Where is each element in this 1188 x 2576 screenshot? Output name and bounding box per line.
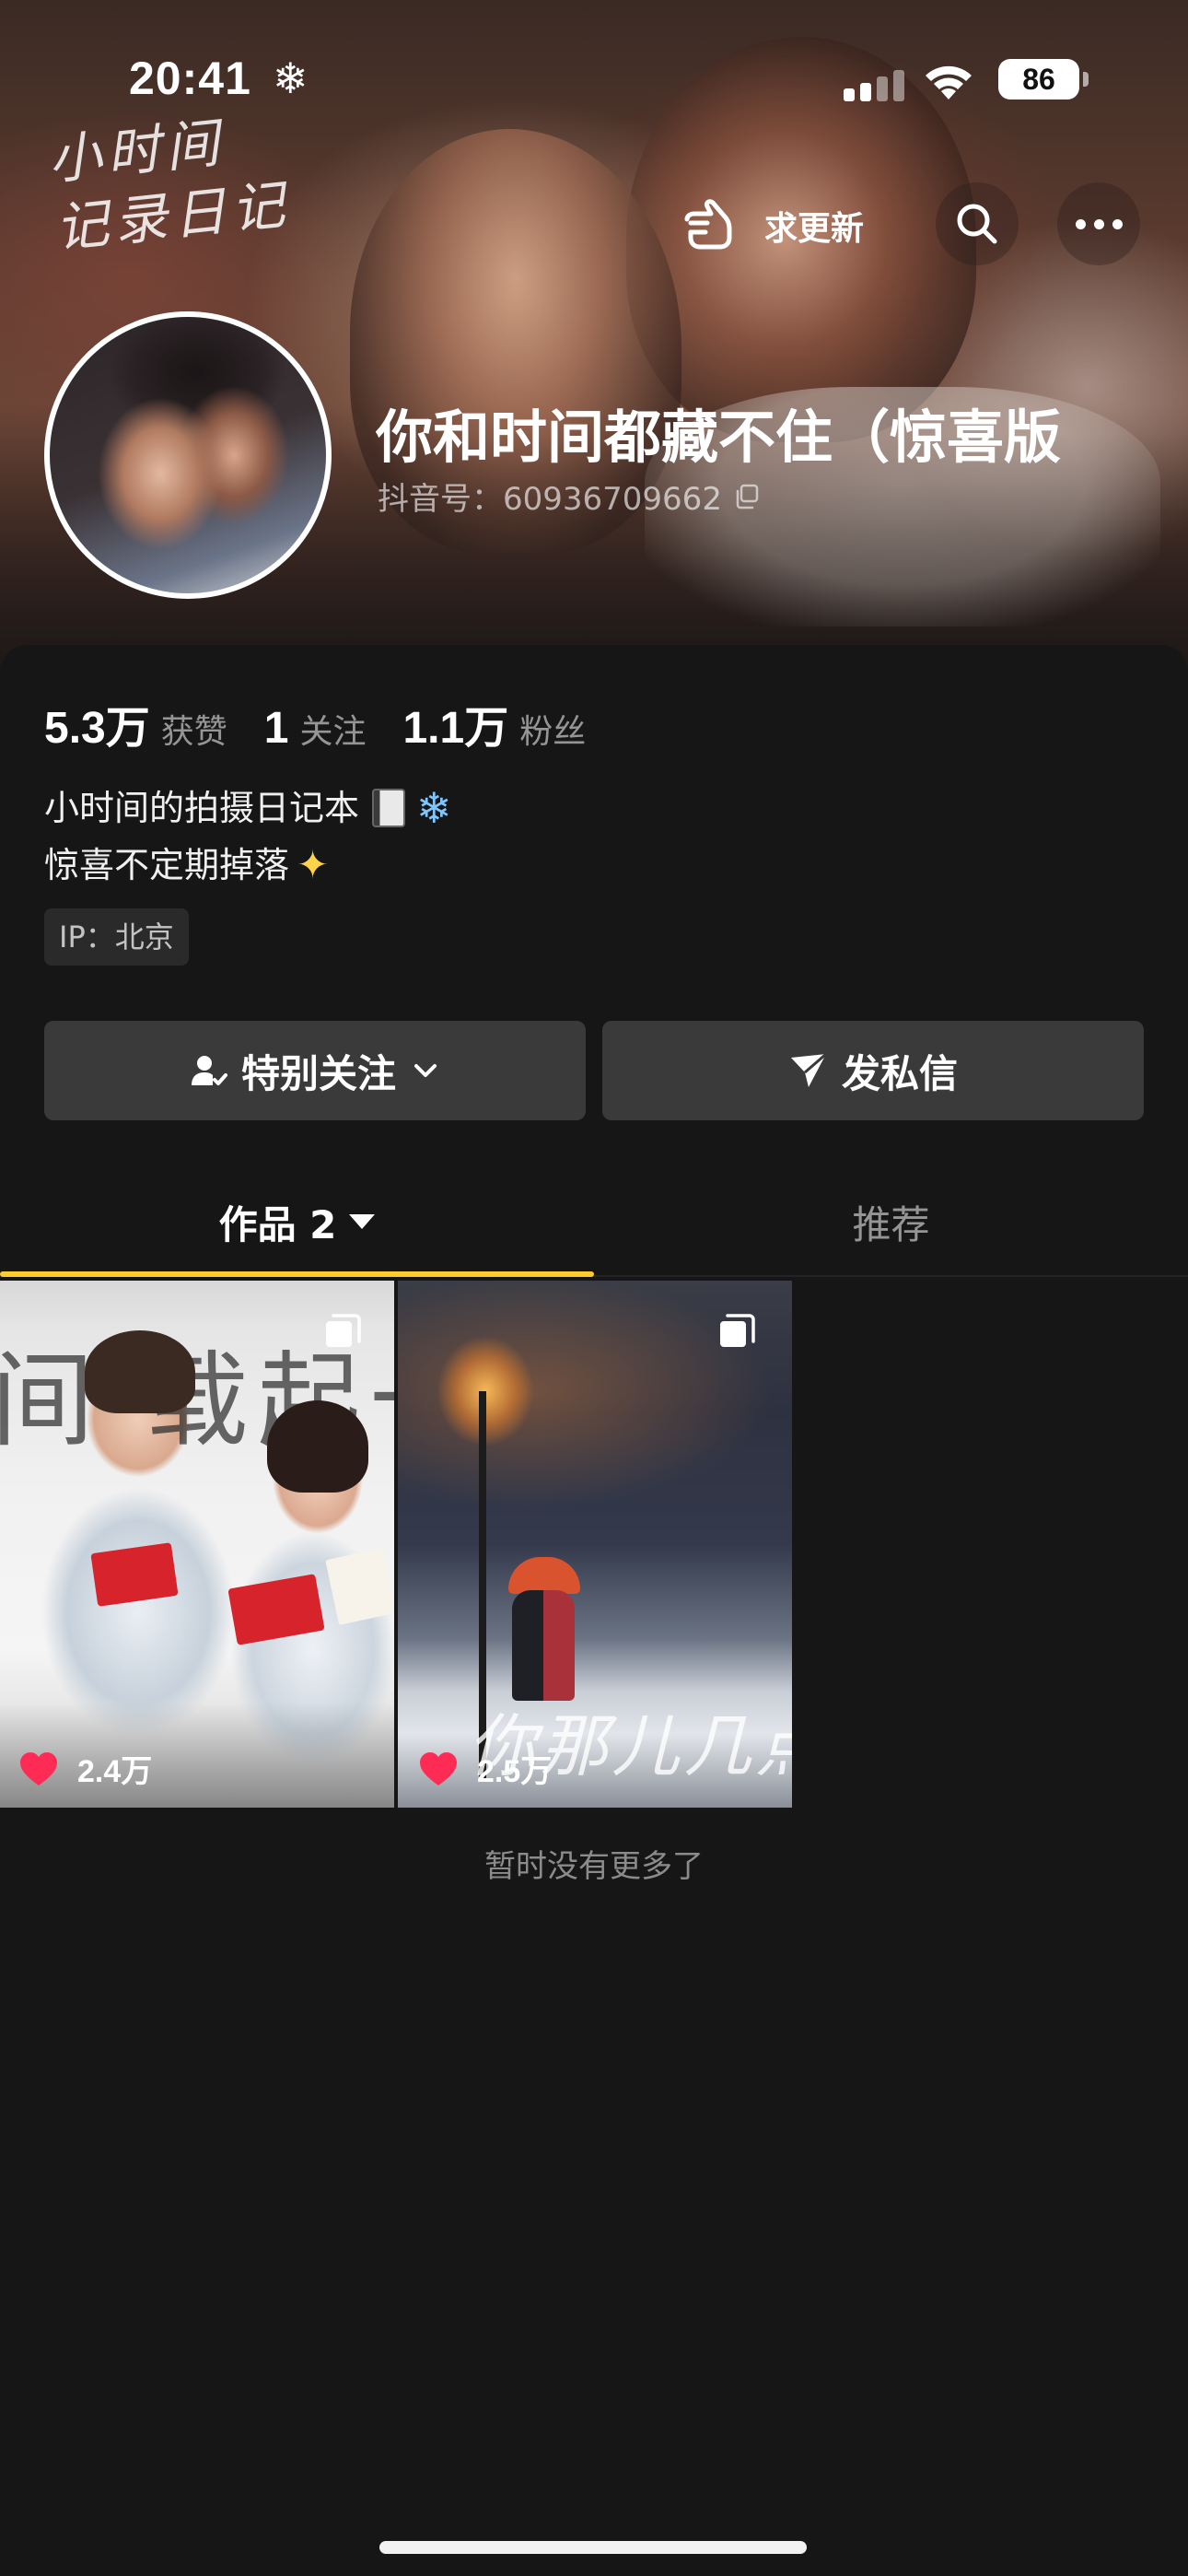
more-options-button[interactable]: [1057, 182, 1140, 265]
stat-following-value: 1: [263, 704, 289, 753]
search-button[interactable]: [936, 182, 1019, 265]
douyin-id[interactable]: 抖音号：60936709662: [378, 474, 761, 519]
chevron-down-icon: [414, 1064, 437, 1077]
tab-works[interactable]: 作品 2: [0, 1166, 594, 1277]
send-message-button[interactable]: 发私信: [602, 1021, 1144, 1120]
profile-name: 你和时间都藏不住（惊喜版: [376, 404, 1062, 471]
douyin-id-text: 抖音号：60936709662: [378, 481, 722, 518]
user-follow-icon: [191, 1056, 227, 1085]
sparkles-emoji: ✦: [297, 842, 330, 887]
bio-line-1: 小时间的拍摄日记本 ❄: [44, 779, 452, 837]
thumbnail-white-card: [325, 1548, 394, 1625]
ip-location-tag: IP：北京: [44, 908, 189, 966]
no-more-content-text: 暂时没有更多了: [484, 1848, 704, 1885]
caret-down-icon: [349, 1214, 376, 1229]
send-message-label: 发私信: [841, 1050, 958, 1096]
content-tabs: 作品 2 推荐: [0, 1166, 1188, 1277]
tab-recommend[interactable]: 推荐: [594, 1166, 1188, 1277]
profile-page: 小时间 记录日记 20:41 ❄ 86 求更新 你和时间都藏不住（惊喜版 抖音号…: [0, 0, 1188, 2576]
video-thumbnail: 你那儿几点: [398, 1281, 792, 1808]
special-follow-label: 特别关注: [240, 1050, 396, 1096]
stat-followers-label: 粉丝: [519, 713, 587, 751]
video-likes: 2.5万: [418, 1746, 552, 1791]
cellular-signal-icon: [844, 70, 904, 101]
tab-works-label: 作品 2: [218, 1201, 337, 1247]
bio-line-2-text: 惊喜不定期掉落: [44, 845, 290, 885]
thumbnail-umbrella: [508, 1557, 580, 1594]
search-icon: [957, 204, 997, 244]
snowflake-emoji: ❄: [416, 783, 452, 833]
copy-icon[interactable]: [733, 483, 761, 510]
tab-active-indicator: [0, 1271, 594, 1277]
thumbnail-couple: [512, 1590, 575, 1701]
stat-following[interactable]: 1 关注: [264, 703, 367, 754]
thumbnail-figure-man: [85, 1330, 195, 1413]
request-update-button[interactable]: 求更新: [667, 190, 897, 262]
snowflake-icon: ❄: [273, 53, 309, 103]
special-follow-button[interactable]: 特别关注: [44, 1021, 586, 1120]
multi-image-icon: [326, 1314, 361, 1347]
heart-icon: [20, 1751, 57, 1786]
battery-icon: 86: [998, 59, 1089, 100]
bio-line-2: 惊喜不定期掉落 ✦: [44, 837, 452, 894]
stat-following-label: 关注: [299, 713, 367, 751]
video-card[interactable]: 你那儿几点 2.5万: [398, 1281, 792, 1808]
video-card[interactable]: 间 载起一 2.4万: [0, 1281, 394, 1808]
pointing-hand-icon: [684, 199, 732, 250]
profile-bio: 小时间的拍摄日记本 ❄ 惊喜不定期掉落 ✦: [44, 779, 452, 894]
stat-followers-value: 1.1万: [402, 704, 509, 753]
video-likes-count: 2.4万: [77, 1754, 153, 1789]
status-time: 20:41: [129, 53, 251, 104]
send-icon: [790, 1052, 827, 1087]
stat-likes[interactable]: 5.3万 获赞: [44, 691, 227, 755]
multi-image-icon: [720, 1314, 755, 1347]
video-likes: 2.4万: [18, 1746, 152, 1791]
tab-recommend-label: 推荐: [852, 1201, 930, 1247]
stat-likes-value: 5.3万: [44, 704, 150, 753]
thumbnail-figure-woman: [267, 1400, 368, 1493]
video-thumbnail: 间 载起一: [0, 1281, 394, 1808]
more-dots-icon: [1075, 218, 1123, 229]
notebook-emoji: [372, 789, 406, 827]
request-update-label: 求更新: [764, 210, 865, 248]
avatar[interactable]: [44, 311, 332, 599]
stat-followers[interactable]: 1.1万 粉丝: [402, 691, 586, 755]
thumbnail-red-card: [90, 1542, 179, 1607]
video-likes-count: 2.5万: [477, 1754, 553, 1789]
home-indicator[interactable]: [379, 2541, 807, 2554]
bio-line-1-text: 小时间的拍摄日记本: [44, 788, 360, 828]
status-bar: 20:41 ❄ 86: [0, 0, 1188, 138]
video-grid: 间 载起一 2.4万 你: [0, 1281, 1188, 1808]
wifi-icon: [926, 65, 972, 100]
stat-likes-label: 获赞: [160, 713, 227, 751]
profile-stats: 5.3万 获赞 1 关注 1.1万 粉丝: [44, 691, 623, 755]
heart-icon: [420, 1751, 457, 1786]
thumbnail-red-card: [227, 1574, 325, 1645]
